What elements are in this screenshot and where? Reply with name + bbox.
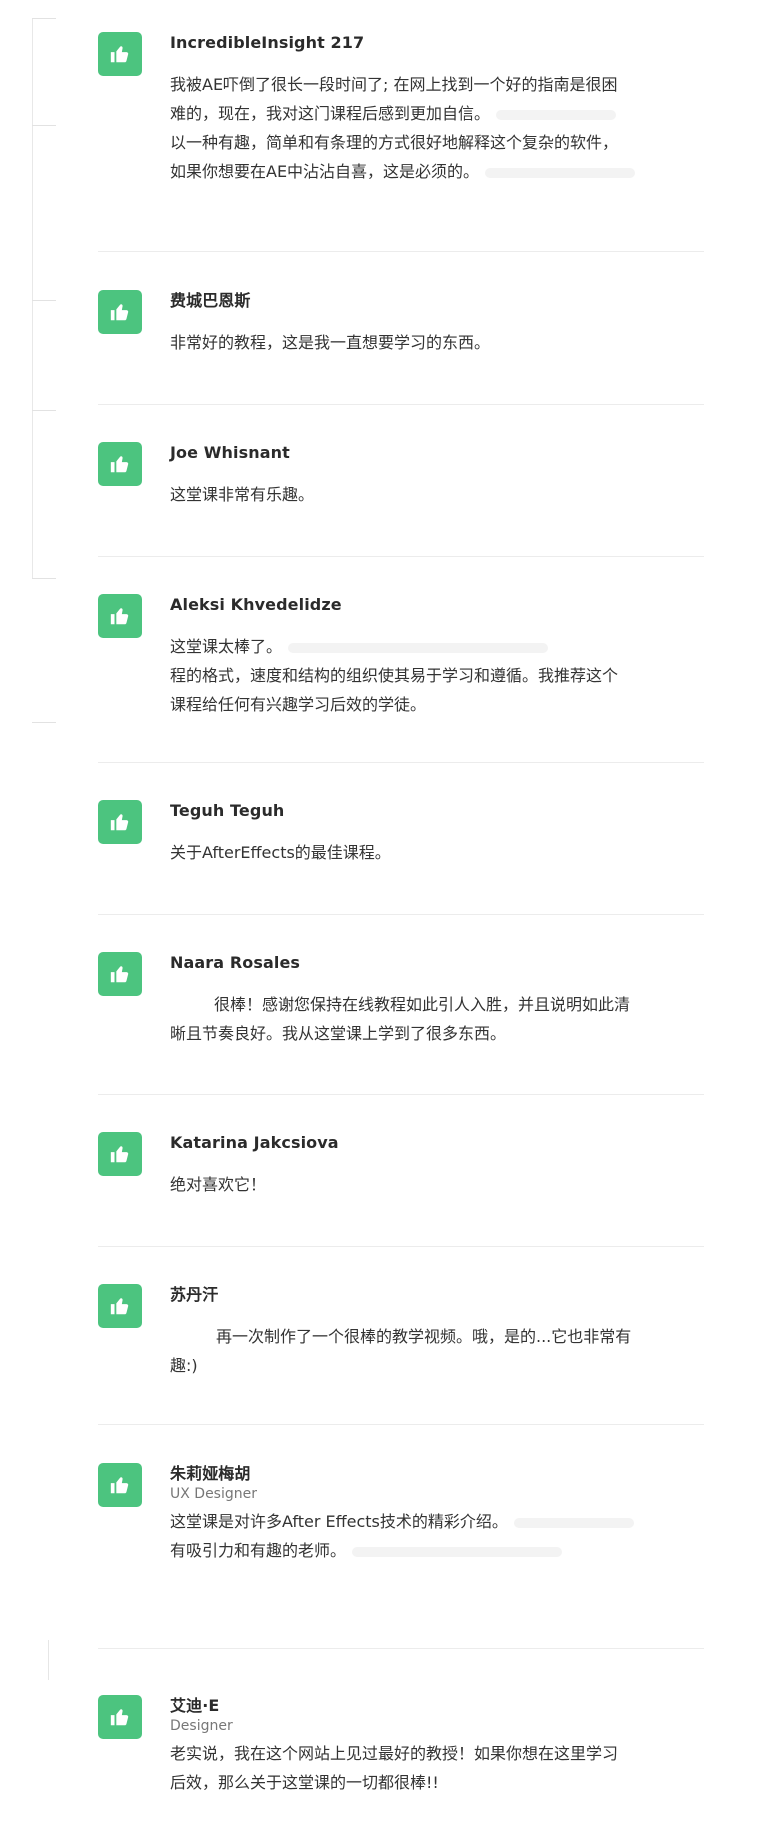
review-text-line: 后效，那么关于这堂课的一切都很棒!!	[170, 1773, 439, 1792]
review-text-line: 非常好的教程，这是我一直想要学习的东西。	[170, 333, 491, 352]
review-divider	[98, 762, 704, 763]
review-text-line: 这堂课太棒了。	[170, 632, 704, 661]
page-edge-decoration	[0, 0, 60, 1827]
review-text-line: 很棒！感谢您保持在线教程如此引人入胜，并且说明如此清	[214, 995, 631, 1014]
thumbs-up-badge	[98, 1463, 142, 1507]
blurred-text	[288, 642, 549, 653]
review-text-line: 以一种有趣，简单和有条理的方式很好地解释这个复杂的软件，	[170, 133, 619, 152]
review-text: 这堂课太棒了。 程的格式，速度和结构的组织使其易于学习和遵循。我推荐这个 课程给…	[170, 632, 704, 719]
review-text-line: 这堂课非常有乐趣。	[170, 485, 315, 504]
review-text-fragment: 这堂课是对许多After Effects技术的精彩介绍。	[170, 1512, 508, 1531]
review-divider	[98, 1424, 704, 1425]
reviewer-name: Katarina Jakcsiova	[170, 1133, 339, 1152]
thumbs-up-badge	[98, 290, 142, 334]
review-text-line: 晰且节奏良好。我从这堂课上学到了很多东西。	[170, 1024, 507, 1043]
reviewer-name: Naara Rosales	[170, 953, 301, 972]
review-body: Teguh Teguh 关于AfterEffects的最佳课程。	[170, 800, 704, 867]
edge-tick	[32, 125, 56, 126]
reviewer-role: UX Designer	[170, 1486, 257, 1502]
edge-tick	[32, 18, 56, 19]
reviewer-name: 朱莉娅梅胡	[170, 1464, 251, 1483]
thumbs-up-icon	[110, 608, 129, 625]
thumbs-up-icon	[110, 304, 129, 321]
edge-tick	[32, 300, 56, 301]
review-divider	[98, 914, 704, 915]
review-divider	[98, 1648, 704, 1649]
thumbs-up-badge	[98, 594, 142, 638]
reviewer-name: IncredibleInsight 217	[170, 33, 365, 52]
thumbs-up-icon	[110, 1146, 129, 1163]
blurred-text	[485, 167, 636, 178]
review-divider	[98, 404, 704, 405]
review-text-line: 课程给任何有兴趣学习后效的学徒。	[170, 695, 427, 714]
reviewer-name: 费城巴恩斯	[170, 291, 251, 310]
review-body: IncredibleInsight 217 我被AE吓倒了很长一段时间了; 在网…	[170, 32, 704, 186]
thumbs-up-badge	[98, 800, 142, 844]
review-text-line: 难的，现在，我对这门课程后感到更加自信。	[170, 99, 704, 128]
review-text-fragment: 难的，现在，我对这门课程后感到更加自信。	[170, 104, 491, 123]
review-text-fragment: 如果你想要在AE中沾沾自喜，这是必须的。	[170, 162, 480, 181]
reviewer-name: Teguh Teguh	[170, 801, 285, 820]
review-divider	[98, 1094, 704, 1095]
review-body: Naara Rosales 很棒！感谢您保持在线教程如此引人入胜，并且说明如此清…	[170, 952, 704, 1048]
edge-tick	[32, 578, 56, 579]
reviewer-name: 艾迪·E	[170, 1696, 220, 1715]
edge-tick	[32, 722, 56, 723]
review-divider	[98, 1246, 704, 1247]
review-text-line: 再一次制作了一个很棒的教学视频。哦，是的...它也非常有	[216, 1327, 632, 1346]
reviewer-name: Aleksi Khvedelidze	[170, 595, 342, 614]
review-divider	[98, 556, 704, 557]
review-text-line: 如果你想要在AE中沾沾自喜，这是必须的。	[170, 157, 704, 186]
review-text-line: 趣:)	[170, 1356, 198, 1375]
reviewer-role: Designer	[170, 1718, 233, 1734]
edge-tick	[32, 410, 56, 411]
review-text: 这堂课非常有乐趣。	[170, 480, 704, 509]
thumbs-up-badge	[98, 1132, 142, 1176]
review-body: 费城巴恩斯 非常好的教程，这是我一直想要学习的东西。	[170, 290, 704, 357]
review-text-line: 关于AfterEffects的最佳课程。	[170, 843, 391, 862]
review-text-line: 这堂课是对许多After Effects技术的精彩介绍。	[170, 1507, 704, 1536]
review-text: 老实说，我在这个网站上见过最好的教授！如果你想在这里学习 后效，那么关于这堂课的…	[170, 1739, 704, 1797]
review-text-fragment: 有吸引力和有趣的老师。	[170, 1541, 347, 1560]
reviewer-name: 苏丹汗	[170, 1285, 219, 1304]
review-text-line: 绝对喜欢它！	[170, 1175, 267, 1194]
thumbs-up-badge	[98, 1284, 142, 1328]
review-text-line: 有吸引力和有趣的老师。	[170, 1536, 704, 1565]
blurred-text	[352, 1546, 563, 1557]
thumbs-up-icon	[110, 456, 129, 473]
thumbs-up-icon	[110, 1709, 129, 1726]
reviewer-name: Joe Whisnant	[170, 443, 290, 462]
blurred-text	[496, 109, 617, 120]
thumbs-up-icon	[110, 1298, 129, 1315]
review-text-fragment: 这堂课太棒了。	[170, 637, 283, 656]
review-text: 这堂课是对许多After Effects技术的精彩介绍。 有吸引力和有趣的老师。	[170, 1507, 704, 1565]
thumbs-up-badge	[98, 32, 142, 76]
review-body: 苏丹汗 再一次制作了一个很棒的教学视频。哦，是的...它也非常有 趣:)	[170, 1284, 704, 1380]
review-text-line: 程的格式，速度和结构的组织使其易于学习和遵循。我推荐这个	[170, 666, 619, 685]
review-body: Joe Whisnant 这堂课非常有乐趣。	[170, 442, 704, 509]
thumbs-up-badge	[98, 442, 142, 486]
thumbs-up-badge	[98, 1695, 142, 1739]
thumbs-up-icon	[110, 814, 129, 831]
review-text-line: 老实说，我在这个网站上见过最好的教授！如果你想在这里学习	[170, 1744, 619, 1763]
edge-line	[32, 18, 33, 578]
review-text: 再一次制作了一个很棒的教学视频。哦，是的...它也非常有 趣:)	[170, 1322, 704, 1380]
review-body: 朱莉娅梅胡 UX Designer 这堂课是对许多After Effects技术…	[170, 1463, 704, 1565]
thumbs-up-icon	[110, 46, 129, 63]
edge-tick	[48, 1640, 49, 1680]
review-text: 关于AfterEffects的最佳课程。	[170, 838, 704, 867]
review-text: 我被AE吓倒了很长一段时间了; 在网上找到一个好的指南是很困 难的，现在，我对这…	[170, 70, 704, 186]
review-body: 艾迪·E Designer 老实说，我在这个网站上见过最好的教授！如果你想在这里…	[170, 1695, 704, 1797]
review-divider	[98, 251, 704, 252]
thumbs-up-icon	[110, 1477, 129, 1494]
blurred-text	[513, 1517, 634, 1528]
thumbs-up-icon	[110, 966, 129, 983]
thumbs-up-badge	[98, 952, 142, 996]
review-text-line: 我被AE吓倒了很长一段时间了; 在网上找到一个好的指南是很困	[170, 75, 618, 94]
review-text: 绝对喜欢它！	[170, 1170, 704, 1199]
review-text: 非常好的教程，这是我一直想要学习的东西。	[170, 328, 704, 357]
review-body: Aleksi Khvedelidze 这堂课太棒了。 程的格式，速度和结构的组织…	[170, 594, 704, 719]
review-body: Katarina Jakcsiova 绝对喜欢它！	[170, 1132, 704, 1199]
review-text: 很棒！感谢您保持在线教程如此引人入胜，并且说明如此清 晰且节奏良好。我从这堂课上…	[170, 990, 704, 1048]
